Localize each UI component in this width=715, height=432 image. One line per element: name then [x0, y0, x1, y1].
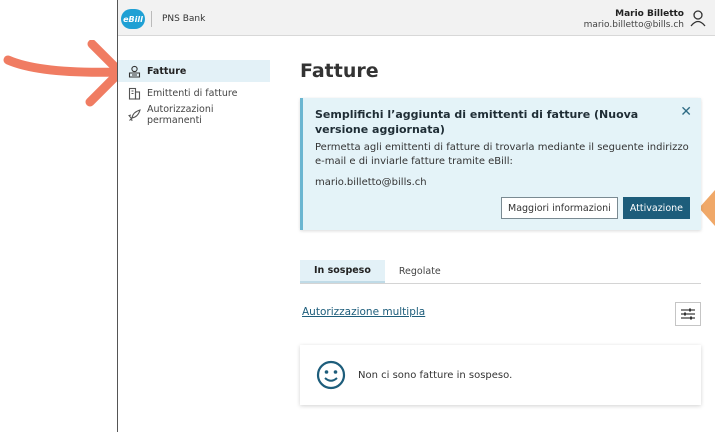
- sidebar-item-label: Emittenti di fatture: [147, 87, 238, 99]
- multiple-authorization-link[interactable]: Autorizzazione multipla: [302, 306, 425, 318]
- issuer-building-icon: [128, 87, 141, 100]
- sidebar: Fatture Emittenti di fatture Autorizzazi…: [118, 60, 270, 126]
- rocket-icon: [128, 108, 141, 121]
- sidebar-item-fatture[interactable]: Fatture: [118, 60, 270, 82]
- sidebar-item-emittenti[interactable]: Emittenti di fatture: [118, 82, 270, 104]
- more-info-button[interactable]: Maggiori informazioni: [501, 197, 618, 219]
- notice-text: Permetta agli emittenti di fatture di tr…: [315, 142, 689, 167]
- tab-in-sospeso[interactable]: In sospeso: [300, 260, 385, 283]
- user-info[interactable]: Mario Billetto mario.billetto@bills.ch: [584, 9, 684, 31]
- main-content: Fatture Semplifichi l’aggiunta di emitte…: [300, 60, 701, 405]
- user-icon[interactable]: [689, 9, 707, 27]
- notice-email: mario.billetto@bills.ch: [315, 177, 427, 188]
- close-icon[interactable]: ✕: [680, 104, 692, 120]
- user-name: Mario Billetto: [615, 9, 684, 19]
- page-title: Fatture: [300, 60, 379, 82]
- top-bar: eBill PNS Bank Mario Billetto mario.bill…: [118, 0, 715, 36]
- bank-name: PNS Bank: [162, 14, 206, 24]
- user-email: mario.billetto@bills.ch: [583, 20, 684, 30]
- info-notice: Semplifichi l’aggiunta di emittenti di f…: [300, 98, 701, 230]
- divider: [151, 11, 152, 27]
- sidebar-item-label: Autorizzazioni permanenti: [147, 104, 214, 126]
- filter-sliders-icon: [681, 308, 695, 320]
- activate-button[interactable]: Attivazione: [622, 197, 690, 219]
- notice-title: Semplifichi l’aggiunta di emittenti di f…: [315, 108, 639, 136]
- ebill-logo[interactable]: eBill: [121, 9, 145, 29]
- sidebar-item-label: Fatture: [147, 65, 187, 77]
- sidebar-item-autorizzazioni[interactable]: Autorizzazioni permanenti: [118, 104, 270, 126]
- filter-button[interactable]: [675, 302, 701, 326]
- bills-icon: [128, 65, 141, 78]
- empty-message: Non ci sono fatture in sospeso.: [358, 369, 513, 381]
- app-window: eBill PNS Bank Mario Billetto mario.bill…: [117, 0, 715, 432]
- bill-tabs: In sospeso Regolate: [300, 260, 701, 284]
- tab-regolate[interactable]: Regolate: [385, 260, 455, 283]
- notice-actions: Maggiori informazioni Attivazione: [501, 197, 690, 219]
- smiley-icon: [316, 360, 346, 390]
- annotation-arrow: [3, 40, 125, 107]
- empty-state-card: Non ci sono fatture in sospeso.: [300, 345, 701, 405]
